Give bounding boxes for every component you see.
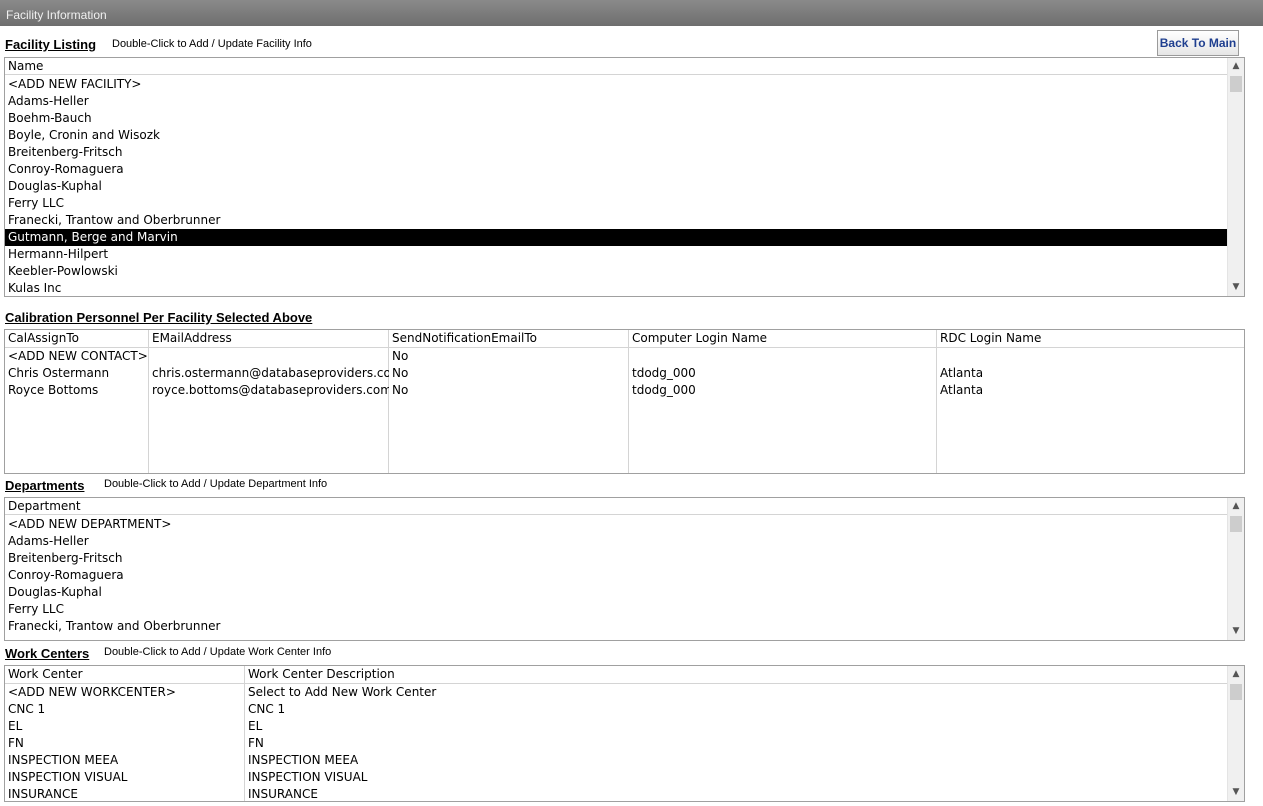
back-to-main-button[interactable]: Back To Main (1157, 30, 1239, 56)
grid-cell: CNC 1 (248, 702, 286, 716)
grid-cell (937, 348, 1242, 365)
workcenters-title: Work Centers (5, 646, 90, 661)
column-header[interactable]: EMailAddress (149, 330, 389, 347)
facility-row[interactable]: Breitenberg-Fritsch (5, 144, 1227, 161)
department-row[interactable]: Adams-Heller (5, 533, 1227, 550)
grid-cell (629, 348, 937, 365)
facility-hint: Double-Click to Add / Update Facility In… (112, 38, 312, 50)
chevron-up-icon[interactable]: ▲ (1228, 58, 1244, 75)
grid-cell: Royce Bottoms (8, 383, 99, 397)
department-row[interactable]: Breitenberg-Fritsch (5, 550, 1227, 567)
workcenter-row[interactable]: INSPECTION MEEA INSPECTION MEEA (5, 752, 1227, 769)
grid-cell: FN (8, 736, 24, 750)
personnel-row[interactable]: Chris Ostermann chris.ostermann@databasep… (5, 365, 1244, 382)
workcenter-row[interactable]: INSURANCE INSURANCE (5, 786, 1227, 801)
facility-listing-title: Facility Listing (5, 37, 97, 52)
workcenter-row[interactable]: EL EL (5, 718, 1227, 735)
grid-cell: EL (8, 719, 23, 733)
grid-cell: Chris Ostermann (8, 366, 110, 380)
department-row[interactable]: Conroy-Romaguera (5, 567, 1227, 584)
personnel-row[interactable]: <ADD NEW CONTACT> No (5, 348, 1244, 365)
facility-row[interactable]: Ferry LLC (5, 195, 1227, 212)
facility-row[interactable]: Boehm-Bauch (5, 110, 1227, 127)
facility-row[interactable]: Douglas-Kuphal (5, 178, 1227, 195)
grid-cell: <ADD NEW CONTACT> (8, 349, 148, 363)
grid-cell: No (392, 366, 409, 380)
personnel-title: Calibration Personnel Per Facility Selec… (5, 310, 313, 325)
scroll-thumb[interactable] (1230, 684, 1242, 700)
column-header[interactable]: RDC Login Name (937, 330, 1242, 347)
workcenter-row[interactable]: FN FN (5, 735, 1227, 752)
workcenter-row[interactable]: INSPECTION VISUAL INSPECTION VISUAL (5, 769, 1227, 786)
grid-cell: Atlanta (940, 366, 984, 380)
personnel-grid[interactable]: CalAssignTo EMailAddress SendNotificationE… (4, 329, 1245, 474)
workcenter-row[interactable]: <ADD NEW WORKCENTER> Select to Add New Wo… (5, 684, 1227, 701)
column-header[interactable]: Work Center Description (245, 666, 1227, 683)
workcenters-header-row: Work Center Work Center Description (5, 666, 1227, 684)
chevron-up-icon[interactable]: ▲ (1228, 498, 1244, 515)
grid-cell: INSPECTION MEEA (248, 753, 359, 767)
department-list[interactable]: Department <ADD NEW DEPARTMENT> Adams-Hel… (4, 497, 1245, 641)
department-row[interactable]: Ferry LLC (5, 601, 1227, 618)
grid-cell: INSURANCE (248, 787, 318, 801)
personnel-header-row: CalAssignTo EMailAddress SendNotificationE… (5, 330, 1244, 348)
grid-cell: royce.bottoms@databaseproviders.com (152, 383, 389, 397)
workcenters-hint: Double-Click to Add / Update Work Center… (104, 646, 332, 658)
department-row[interactable]: Douglas-Kuphal (5, 584, 1227, 601)
facility-row[interactable]: Gutmann, Berge and Marvin (5, 229, 1227, 246)
scroll-thumb[interactable] (1230, 516, 1242, 532)
grid-cell: CNC 1 (8, 702, 46, 716)
facility-row[interactable]: <ADD NEW FACILITY> (5, 76, 1227, 93)
grid-cell: tdodg_000 (632, 383, 696, 397)
scroll-thumb[interactable] (1230, 76, 1242, 92)
workcenter-grid[interactable]: Work Center Work Center Description <ADD N… (4, 665, 1245, 802)
facility-row[interactable]: Conroy-Romaguera (5, 161, 1227, 178)
facility-row[interactable]: Hermann-Hilpert (5, 246, 1227, 263)
departments-hint: Double-Click to Add / Update Department … (104, 478, 328, 490)
grid-cell: INSPECTION VISUAL (8, 770, 128, 784)
window-title: Facility Information (0, 0, 1263, 26)
facility-scrollbar[interactable]: ▲ ▼ (1227, 58, 1244, 296)
column-header[interactable]: Work Center (5, 666, 245, 683)
chevron-up-icon[interactable]: ▲ (1228, 666, 1244, 683)
facility-list[interactable]: Name <ADD NEW FACILITY> Adams-Heller Boehm… (4, 57, 1245, 297)
grid-cell: tdodg_000 (632, 366, 696, 380)
facility-row[interactable]: Franecki, Trantow and Oberbrunner (5, 212, 1227, 229)
column-header[interactable]: CalAssignTo (5, 330, 149, 347)
department-header[interactable]: Department (5, 498, 1227, 515)
grid-cell: FN (248, 736, 264, 750)
facility-row[interactable]: Keebler-Powlowski (5, 263, 1227, 280)
grid-cell: INSPECTION MEEA (8, 753, 119, 767)
facility-row[interactable]: Adams-Heller (5, 93, 1227, 110)
column-header[interactable]: Computer Login Name (629, 330, 937, 347)
chevron-down-icon[interactable]: ▼ (1228, 623, 1244, 640)
facility-row[interactable]: Boyle, Cronin and Wisozk (5, 127, 1227, 144)
department-scrollbar[interactable]: ▲ ▼ (1227, 498, 1244, 640)
grid-cell: INSPECTION VISUAL (248, 770, 368, 784)
grid-cell: Atlanta (940, 383, 984, 397)
grid-cell: No (392, 383, 409, 397)
grid-cell: chris.ostermann@databaseproviders.com (152, 366, 389, 380)
column-header[interactable]: SendNotificationEmailTo (389, 330, 629, 347)
grid-cell: EL (248, 719, 263, 733)
grid-cell: No (392, 349, 409, 363)
workcenter-scrollbar[interactable]: ▲ ▼ (1227, 666, 1244, 801)
facility-name-header[interactable]: Name (5, 58, 1227, 75)
personnel-row[interactable]: Royce Bottoms royce.bottoms@databaseprovi… (5, 382, 1244, 399)
grid-cell: Select to Add New Work Center (248, 685, 437, 699)
department-row[interactable]: <ADD NEW DEPARTMENT> (5, 516, 1227, 533)
grid-cell: <ADD NEW WORKCENTER> (8, 685, 176, 699)
grid-cell (149, 348, 389, 365)
departments-title: Departments (5, 478, 85, 493)
chevron-down-icon[interactable]: ▼ (1228, 279, 1244, 296)
chevron-down-icon[interactable]: ▼ (1228, 784, 1244, 801)
grid-cell: INSURANCE (8, 787, 78, 801)
facility-row[interactable]: Kulas Inc (5, 280, 1227, 296)
department-row[interactable]: Franecki, Trantow and Oberbrunner (5, 618, 1227, 635)
workcenter-row[interactable]: CNC 1 CNC 1 (5, 701, 1227, 718)
